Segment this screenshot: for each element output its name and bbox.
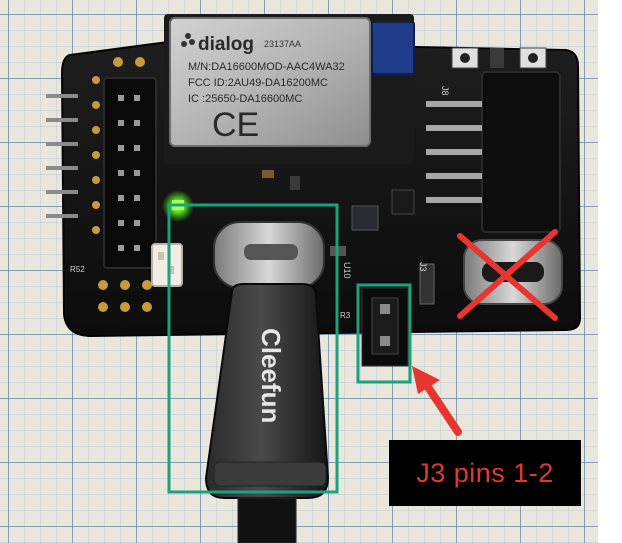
module-model: M/N:DA16600MOD-AAC4WA32 (188, 61, 345, 73)
pushbuttons (451, 47, 547, 69)
box-header-connector (103, 77, 157, 269)
silk-r3: R3 (340, 311, 351, 320)
silk-u10: U10 (342, 262, 352, 279)
module-part-code: 23137AA (264, 39, 301, 49)
annotation-label-box: J3 pins 1-2 (389, 440, 581, 506)
ce-mark: CE (212, 106, 259, 144)
cable (237, 497, 297, 543)
usb-c-plug-tongue (244, 244, 298, 260)
module-brand: dialog (198, 34, 254, 55)
adapter-metal-ring (213, 461, 327, 487)
red-arrow (412, 366, 462, 436)
module-fcc: FCC ID:2AU49-DA16200MC (188, 77, 328, 89)
adapter-brand: Cleefun (256, 328, 286, 423)
j3-jumper-header (361, 287, 409, 367)
module-ic: IC :25650-DA16600MC (188, 93, 302, 105)
silk-r52: R52 (70, 265, 85, 274)
silk-j3: J3 (418, 262, 428, 272)
right-header-block (481, 71, 561, 233)
silk-j8: J8 (440, 86, 450, 96)
module-antenna (371, 21, 415, 75)
annotation-label: J3 pins 1-2 (416, 457, 554, 488)
jst-connector (151, 243, 183, 287)
